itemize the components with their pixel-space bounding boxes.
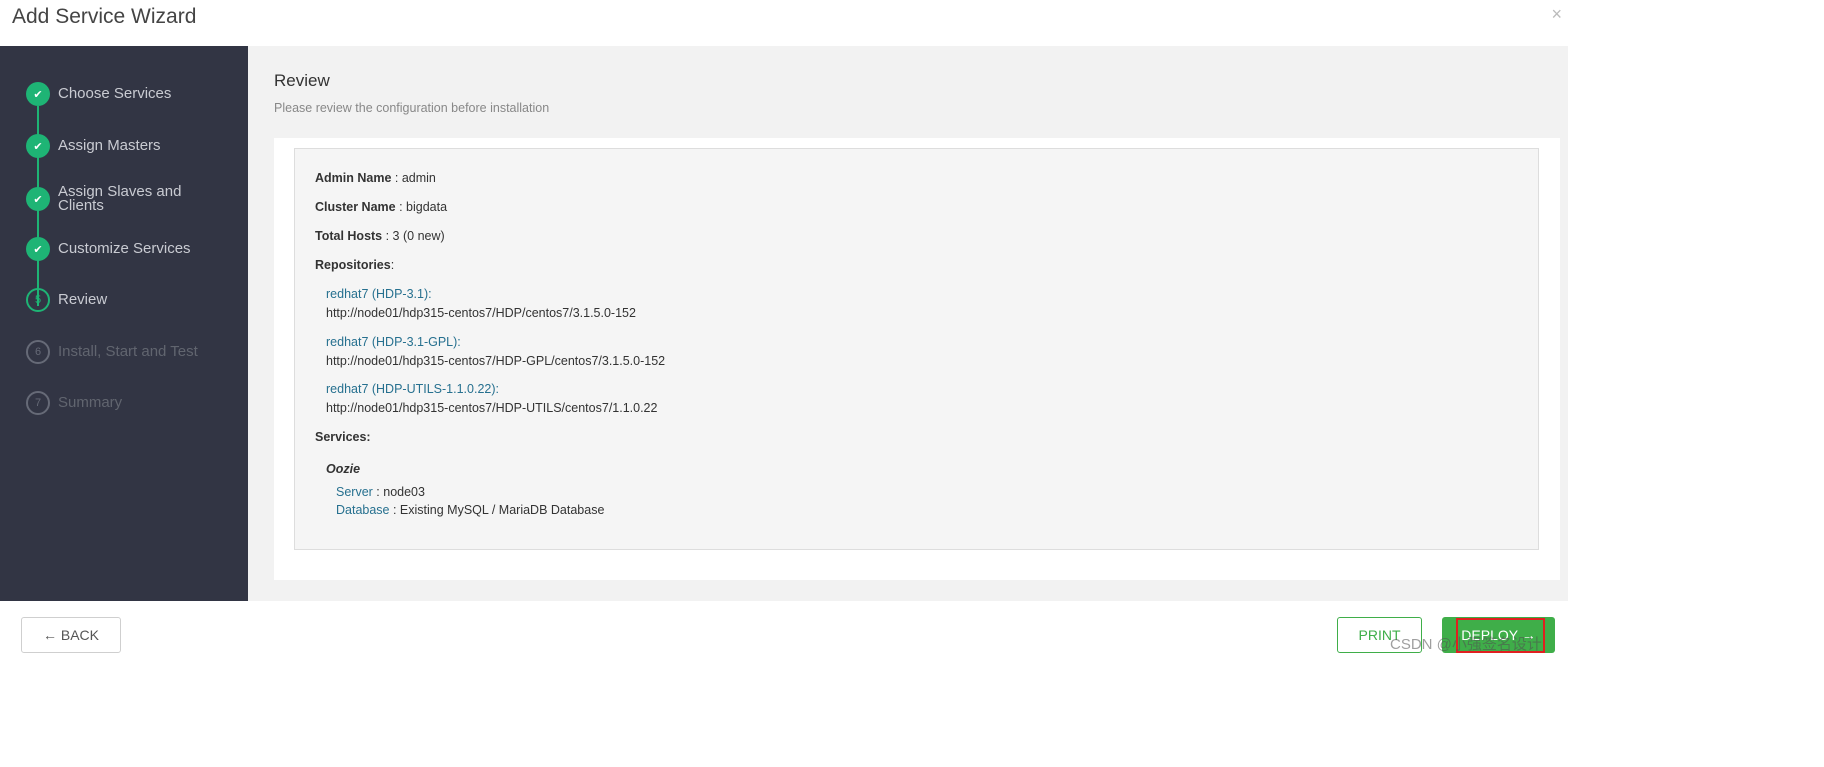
- step-summary: 7 Summary: [26, 391, 208, 415]
- checkmark-icon: ✔: [26, 237, 50, 261]
- close-icon[interactable]: ×: [1551, 4, 1562, 25]
- total-hosts-value: : 3 (0 new): [382, 229, 445, 243]
- repo-name: redhat7 (HDP-UTILS-1.1.0.22):: [326, 382, 499, 396]
- database-label: Database: [336, 503, 390, 517]
- review-summary-box: Admin Name : admin Cluster Name : bigdat…: [294, 148, 1539, 550]
- step-label: Install, Start and Test: [58, 343, 198, 360]
- cluster-name-row: Cluster Name : bigdata: [315, 200, 447, 214]
- services-label: Services:: [315, 430, 371, 444]
- repositories-colon: :: [390, 258, 395, 272]
- step-assign-masters[interactable]: ✔ Assign Masters: [26, 134, 208, 158]
- step-number-badge: 6: [26, 340, 50, 364]
- step-assign-slaves-and-clients[interactable]: ✔ Assign Slaves and Clients: [26, 183, 208, 214]
- step-label: Review: [58, 291, 108, 308]
- checkmark-icon: ✔: [26, 134, 50, 158]
- review-card: Admin Name : admin Cluster Name : bigdat…: [274, 138, 1560, 580]
- step-label: Assign Slaves and Clients: [58, 183, 182, 214]
- repo-url: http://node01/hdp315-centos7/HDP-UTILS/c…: [326, 401, 658, 415]
- print-button[interactable]: PRINT: [1337, 617, 1422, 653]
- step-review[interactable]: 5 Review: [26, 288, 208, 312]
- back-button[interactable]: ← BACK: [21, 617, 121, 653]
- review-panel: Review Please review the configuration b…: [248, 46, 1568, 601]
- wizard-title: Add Service Wizard: [12, 5, 197, 28]
- deploy-button[interactable]: DEPLOY →: [1442, 617, 1555, 653]
- repo-url: http://node01/hdp315-centos7/HDP-GPL/cen…: [326, 354, 666, 368]
- service-database-row: Database : Existing MySQL / MariaDB Data…: [336, 503, 604, 517]
- total-hosts-row: Total Hosts : 3 (0 new): [315, 229, 445, 243]
- cluster-name-value: : bigdata: [395, 200, 448, 214]
- page-title: Review: [274, 71, 330, 90]
- cluster-name-label: Cluster Name: [315, 200, 396, 214]
- service-name: Oozie: [326, 462, 361, 476]
- step-customize-services[interactable]: ✔ Customize Services: [26, 237, 208, 261]
- checkmark-icon: ✔: [26, 187, 50, 211]
- admin-name-row: Admin Name : admin: [315, 171, 436, 185]
- step-label: Summary: [58, 394, 123, 411]
- server-label: Server: [336, 485, 373, 499]
- repositories-label: Repositories: [315, 258, 391, 272]
- step-install-start-test: 6 Install, Start and Test: [26, 340, 208, 364]
- repo-url: http://node01/hdp315-centos7/HDP/centos7…: [326, 306, 636, 320]
- checkmark-icon: ✔: [26, 82, 50, 106]
- service-server-row: Server : node03: [336, 485, 425, 499]
- repo-name: redhat7 (HDP-3.1):: [326, 287, 432, 301]
- admin-name-value: : admin: [391, 171, 436, 185]
- repo-name: redhat7 (HDP-3.1-GPL):: [326, 335, 461, 349]
- page-subtitle: Please review the configuration before i…: [274, 101, 550, 115]
- repositories-row: Repositories:: [315, 258, 394, 272]
- total-hosts-label: Total Hosts: [315, 229, 383, 243]
- step-number-badge: 5: [26, 288, 50, 312]
- step-choose-services[interactable]: ✔ Choose Services: [26, 82, 208, 106]
- services-row: Services:: [315, 430, 371, 444]
- step-label: Choose Services: [58, 85, 172, 102]
- step-label: Assign Masters: [58, 137, 161, 154]
- admin-name-label: Admin Name: [315, 171, 392, 185]
- step-label: Customize Services: [58, 240, 191, 257]
- wizard-steps-sidebar: ✔ Choose Services ✔ Assign Masters ✔ Ass…: [0, 46, 248, 601]
- server-value: : node03: [372, 485, 425, 499]
- step-number-badge: 7: [26, 391, 50, 415]
- database-value: : Existing MySQL / MariaDB Database: [389, 503, 605, 517]
- wizard-header: Add Service Wizard ×: [0, 0, 1568, 46]
- wizard-footer: ← BACK PRINT DEPLOY → CSDN @小强签名设计: [0, 601, 1568, 660]
